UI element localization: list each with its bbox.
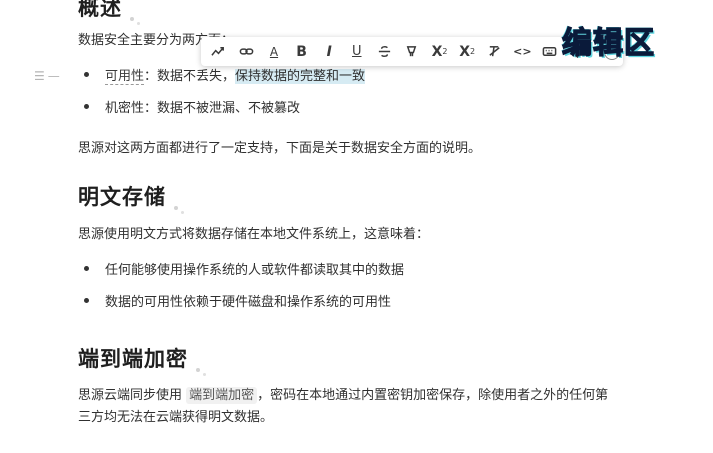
superscript-icon[interactable]: X2 — [429, 41, 451, 63]
plaintext-intro[interactable]: 思源使用明文方式将数据存储在本地文件系统上，这意味着： — [78, 222, 429, 248]
bullet — [84, 298, 89, 303]
inline-code-icon[interactable]: <> — [511, 41, 533, 63]
bold-letter: B — [296, 43, 307, 60]
subscript-base: X — [459, 43, 470, 60]
bullet — [84, 266, 89, 271]
marker-icon[interactable] — [401, 41, 423, 63]
list-item-text: ：数据不丢失， — [144, 69, 236, 84]
link-icon[interactable] — [235, 41, 257, 63]
list-item-dependency[interactable]: 数据的可用性依赖于硬件磁盘和操作系统的可用性 — [84, 292, 391, 314]
heading-dot-small — [203, 373, 206, 376]
superscript-base: X — [431, 43, 443, 60]
trend-icon[interactable] — [208, 41, 230, 63]
subscript-icon[interactable]: X2 — [456, 41, 478, 63]
underline-letter: U — [352, 44, 362, 59]
list-item-availability[interactable]: 可用性：数据不丢失，保持数据的完整和一致 — [84, 66, 366, 88]
inline-code[interactable]: 端到端加密 — [186, 387, 258, 404]
heading-dot-small — [137, 22, 140, 25]
text-color-letter: A — [269, 44, 279, 59]
heading-dot — [196, 368, 200, 372]
list-item-text: 数据的可用性依赖于硬件磁盘和操作系统的可用性 — [105, 295, 392, 310]
editor-document[interactable]: 概述 数据安全主要分为两方面： ☰— 可用性：数据不丢失，保持数据的完整和一致 … — [0, 0, 713, 453]
e2e-line-2[interactable]: 三方均无法在云端获得明文数据。 — [78, 405, 273, 431]
availability-term[interactable]: 可用性 — [105, 69, 145, 85]
overlay-caption: 编辑区 — [561, 25, 655, 61]
heading-dot — [130, 17, 134, 21]
floating-format-toolbar: A B I U X2 X2 <> Σ — [201, 37, 623, 66]
underline-icon[interactable]: U — [346, 41, 368, 63]
e2e-text: 思源云端同步使用 — [78, 388, 183, 403]
keyboard-icon[interactable] — [539, 41, 561, 63]
list-item-text: 任何能够使用操作系统的人或软件都读取其中的数据 — [105, 263, 405, 278]
overview-summary[interactable]: 思源对这两方面都进行了一定支持，下面是关于数据安全方面的说明。 — [78, 136, 481, 162]
clear-format-icon[interactable] — [484, 41, 506, 63]
text-color-icon[interactable]: A — [263, 41, 285, 63]
bold-icon[interactable]: B — [291, 41, 313, 63]
heading-e2e-encryption[interactable]: 端到端加密 — [78, 343, 206, 376]
selected-text[interactable]: 保持数据的完整和一致 — [235, 69, 366, 84]
subscript-mark: 2 — [469, 47, 476, 56]
heading-overview[interactable]: 概述 — [78, 0, 140, 25]
list-item-readable[interactable]: 任何能够使用操作系统的人或软件都读取其中的数据 — [84, 260, 404, 282]
list-item-confidentiality[interactable]: 机密性：数据不被泄漏、不被篡改 — [84, 98, 300, 120]
e2e-text: ，密码在本地通过内置密钥加密保存，除使用者之外的任何第 — [257, 388, 609, 403]
inline-code-glyph: <> — [513, 45, 532, 58]
bullet — [84, 104, 89, 109]
strikethrough-icon[interactable] — [373, 41, 395, 63]
list-item-text: 机密性：数据不被泄漏、不被篡改 — [105, 101, 301, 116]
heading-dot-small — [181, 211, 184, 214]
bullet — [84, 72, 89, 77]
superscript-mark: 2 — [442, 47, 448, 56]
heading-dot — [174, 206, 178, 210]
italic-icon[interactable]: I — [318, 41, 340, 63]
heading-plaintext-storage[interactable]: 明文存储 — [78, 181, 184, 214]
block-drag-handle-icon[interactable]: ☰— — [34, 69, 63, 83]
italic-letter: I — [326, 43, 332, 60]
